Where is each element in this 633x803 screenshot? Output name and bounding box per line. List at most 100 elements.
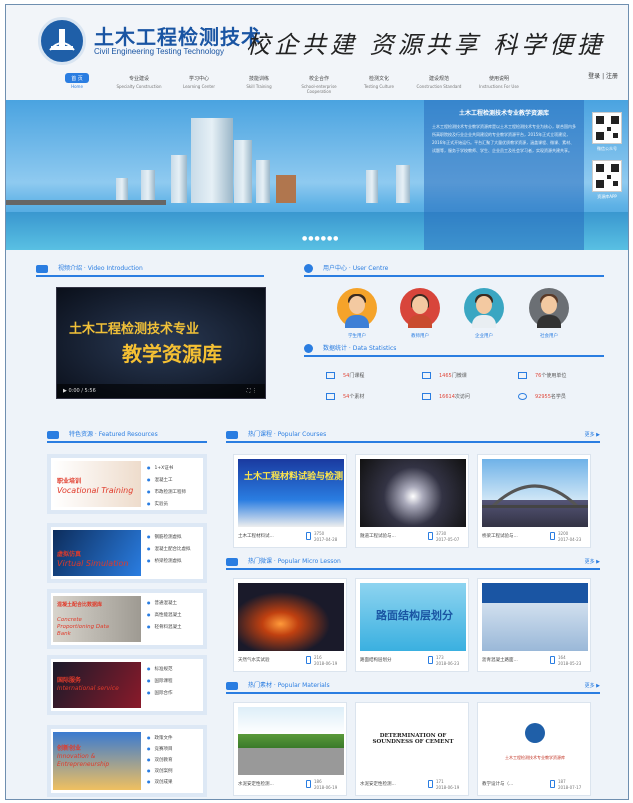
logo-icon[interactable]	[38, 17, 86, 65]
section-header-micro: 热门微课 · Popular Micro Lesson 更多 ▶	[226, 556, 600, 570]
featured-card-international[interactable]: 国际服务 International service 标准规范国际课程国际合作	[47, 655, 207, 715]
fullscreen-icon[interactable]: ⛶ ⋮	[247, 388, 257, 394]
video-time: 0:00 / 5:56	[68, 388, 96, 394]
stat-visits: 16614次访问	[422, 393, 470, 400]
course-card[interactable]: 土木工程材料试验与检测 土木工程材料试... 3750 2017-04-28	[233, 454, 347, 548]
view-icon	[550, 532, 555, 540]
image-icon	[422, 393, 431, 400]
user-label[interactable]: 企业用户	[459, 333, 509, 339]
building-icon	[518, 372, 527, 379]
page-frame: 土木工程检测技术 Civil Engineering Testing Techn…	[5, 4, 629, 800]
qr-code-icon	[592, 112, 622, 144]
material-icon	[226, 681, 238, 690]
material-card[interactable]: 水泥安定性检测... 186 2018-06-19	[233, 702, 347, 796]
bridge-arch-icon	[482, 484, 588, 509]
section-header-materials: 热门素材 · Popular Materials 更多 ▶	[226, 680, 600, 694]
person-icon	[518, 393, 527, 400]
view-icon	[428, 532, 433, 540]
view-icon	[306, 656, 311, 664]
seal-icon	[525, 723, 545, 743]
banner-intro-panel: 土木工程检测技术专业教学资源库 土木工程检测技术专业教学资源库是以土木工程检测技…	[424, 100, 584, 250]
micro-card[interactable]: 沥青混凝土路面... 164 2018-05-23	[477, 578, 591, 672]
avatar-student[interactable]	[337, 288, 377, 328]
site-header: 土木工程检测技术 Civil Engineering Testing Techn…	[6, 5, 628, 100]
brand-subtitle: Civil Engineering Testing Technology	[94, 47, 225, 56]
featured-card-virtual[interactable]: 虚拟仿真 Virtual Simulation 钢筋检测虚拟混凝土配合比虚拟桥梁…	[47, 523, 207, 583]
nav-specialty[interactable]: 专业建设 Specialty Construction	[113, 73, 165, 89]
view-icon	[550, 656, 555, 664]
featured-card-innovation[interactable]: 创新创业 Innovation & Entrepreneurship 政策文件竞…	[47, 725, 207, 797]
course-icon	[226, 430, 238, 439]
carousel-dots[interactable]: ●●●●●●	[302, 235, 339, 242]
qr-label: 资源库APP	[597, 194, 617, 199]
nav-standard[interactable]: 建设规范 Construction Standard	[413, 73, 465, 89]
stat-learners: 92955名学员	[518, 393, 566, 400]
building	[256, 160, 270, 203]
course-card[interactable]: 桥梁工程试验与... 3200 2017-04-23	[477, 454, 591, 548]
video-icon	[36, 264, 48, 273]
view-icon	[550, 780, 555, 788]
nav-home[interactable]: 首 页 Home	[65, 73, 89, 89]
play-icon[interactable]: ▶	[63, 388, 67, 394]
building	[276, 175, 296, 203]
bridge	[6, 200, 166, 205]
micro-lesson-icon	[226, 557, 238, 566]
folder-icon	[326, 393, 335, 400]
nav-skill[interactable]: 技能训练 Skill Training	[233, 73, 285, 89]
material-card[interactable]: 土木工程检测技术专业教学资源库 教学设计与（... 187 2018-07-17	[477, 702, 591, 796]
user-icon	[304, 264, 313, 273]
section-header-users: 用户中心 · User Centre	[304, 263, 604, 277]
stat-courses: 54门课程	[326, 372, 364, 379]
banner-title: 土木工程检测技术专业教学资源库	[458, 110, 549, 117]
nav-instructions[interactable]: 使用说明 Instructions For Use	[473, 73, 525, 89]
featured-icon	[47, 430, 59, 439]
avatar-enterprise[interactable]	[464, 288, 504, 328]
user-label[interactable]: 学生用户	[332, 333, 382, 339]
featured-card-concrete[interactable]: 混凝土配合比数据库 Concrete Proportioning Data Ba…	[47, 589, 207, 649]
section-header-stats: 数据统计 · Data Statistics	[304, 343, 604, 357]
building	[141, 170, 155, 203]
view-icon	[306, 780, 311, 788]
view-icon	[306, 532, 311, 540]
building	[234, 140, 252, 203]
nav-learning[interactable]: 学习中心 Learning Center	[173, 73, 225, 89]
building	[171, 155, 187, 203]
avatar-public[interactable]	[529, 288, 569, 328]
section-header-featured: 特色资源 · Featured Resources	[47, 429, 207, 443]
qr-label: 微信公众号	[597, 146, 617, 151]
banner-body: 土木工程检测技术专业教学资源库是以土木工程检测技术专业为核心，联合国内多所高职院…	[432, 124, 576, 153]
section-header-courses: 热门课程 · Popular Courses 更多 ▶	[226, 429, 600, 443]
qr-code-icon	[592, 160, 622, 192]
featured-card-vocational[interactable]: 职业培训 Vocational Training 1+X证书混凝土工市政检测工程…	[47, 454, 207, 514]
brand-title: 土木工程检测技术	[94, 25, 262, 49]
building	[191, 118, 233, 203]
video-controls[interactable]: ▶ 0:00 / 5:56 ⛶ ⋮	[57, 384, 265, 398]
slogan: 校企共建 资源共享 科学便捷	[246, 31, 606, 59]
micro-card[interactable]: 路面结构层划分 路面结构层划分 173 2018-06-23	[355, 578, 469, 672]
building	[396, 165, 410, 203]
intro-video-player[interactable]: 土木工程检测技术专业 教学资源库 ▶ 0:00 / 5:56 ⛶ ⋮	[56, 287, 266, 399]
video-subtitle: 教学资源库	[122, 342, 222, 366]
stat-units: 76个使用单位	[518, 372, 566, 379]
login-register-link[interactable]: 登录 | 注册	[588, 71, 618, 80]
video-title: 土木工程检测技术专业	[69, 322, 200, 337]
stat-micro: 1465门微课	[422, 372, 467, 379]
nav-cooperation[interactable]: 校企合作 School-enterprise Cooperation	[293, 73, 345, 94]
monitor-icon	[422, 372, 431, 379]
avatar-teacher[interactable]	[400, 288, 440, 328]
view-icon	[428, 656, 433, 664]
material-card[interactable]: DETERMINATION OF SOUNDNESS OF CEMENT 水泥安…	[355, 702, 469, 796]
nav-culture[interactable]: 检测文化 Testing Culture	[353, 73, 405, 89]
user-label[interactable]: 社会用户	[524, 333, 574, 339]
hero-banner[interactable]: 土木工程检测技术专业教学资源库 土木工程检测技术专业教学资源库是以土木工程检测技…	[6, 100, 628, 250]
stat-materials: 54个素材	[326, 393, 364, 400]
monitor-icon	[326, 372, 335, 379]
more-link[interactable]: 更多 ▶	[585, 682, 600, 689]
more-link[interactable]: 更多 ▶	[585, 431, 600, 438]
micro-card[interactable]: 天然气水实试验 216 2018-06-19	[233, 578, 347, 672]
main-nav: 首 页 Home 专业建设 Specialty Construction 学习中心 L…	[61, 73, 561, 95]
more-link[interactable]: 更多 ▶	[585, 558, 600, 565]
user-label[interactable]: 教师用户	[395, 333, 445, 339]
course-card[interactable]: 隧道工程试验与... 3730 2017-05-07	[355, 454, 469, 548]
chart-icon	[304, 344, 313, 353]
